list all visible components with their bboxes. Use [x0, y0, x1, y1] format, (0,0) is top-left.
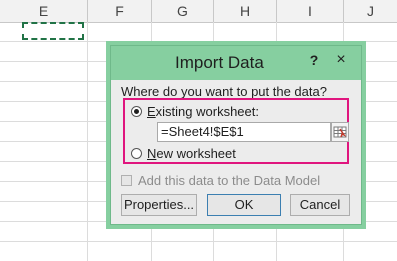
new-worksheet-label: New worksheet: [147, 145, 236, 161]
existing-worksheet-option[interactable]: Existing worksheet:: [131, 102, 259, 120]
range-reference-input[interactable]: =Sheet4!$E$1: [157, 122, 331, 142]
collapse-dialog-button[interactable]: [331, 122, 349, 142]
import-data-dialog: Import Data ? × Where do you want to put…: [110, 45, 362, 225]
dialog-titlebar[interactable]: Import Data ? ×: [111, 46, 361, 80]
column-header-i[interactable]: I: [277, 0, 344, 22]
column-header-f[interactable]: F: [88, 0, 152, 22]
range-select-icon: [333, 126, 347, 138]
column-header-j[interactable]: J: [344, 0, 397, 22]
column-header-g[interactable]: G: [152, 0, 214, 22]
help-button[interactable]: ?: [307, 52, 321, 68]
new-worksheet-option[interactable]: New worksheet: [131, 144, 236, 162]
data-model-option: Add this data to the Data Model: [121, 172, 320, 188]
ok-button[interactable]: OK: [207, 194, 281, 216]
column-header-row: E F G H I J: [0, 0, 397, 23]
properties-button[interactable]: Properties...: [121, 194, 197, 216]
cell-selection-marquee[interactable]: [22, 22, 84, 40]
new-worksheet-radio[interactable]: [131, 147, 142, 159]
close-button[interactable]: ×: [333, 52, 349, 68]
data-model-label: Add this data to the Data Model: [138, 172, 321, 188]
dialog-title: Import Data: [175, 53, 264, 72]
prompt-label: Where do you want to put the data?: [121, 84, 327, 99]
data-model-checkbox: [121, 174, 132, 186]
existing-worksheet-radio[interactable]: [131, 105, 142, 117]
existing-worksheet-label: Existing worksheet:: [147, 103, 259, 119]
cancel-button[interactable]: Cancel: [290, 194, 350, 216]
column-header-h[interactable]: H: [214, 0, 277, 22]
column-header-e[interactable]: E: [0, 0, 88, 22]
